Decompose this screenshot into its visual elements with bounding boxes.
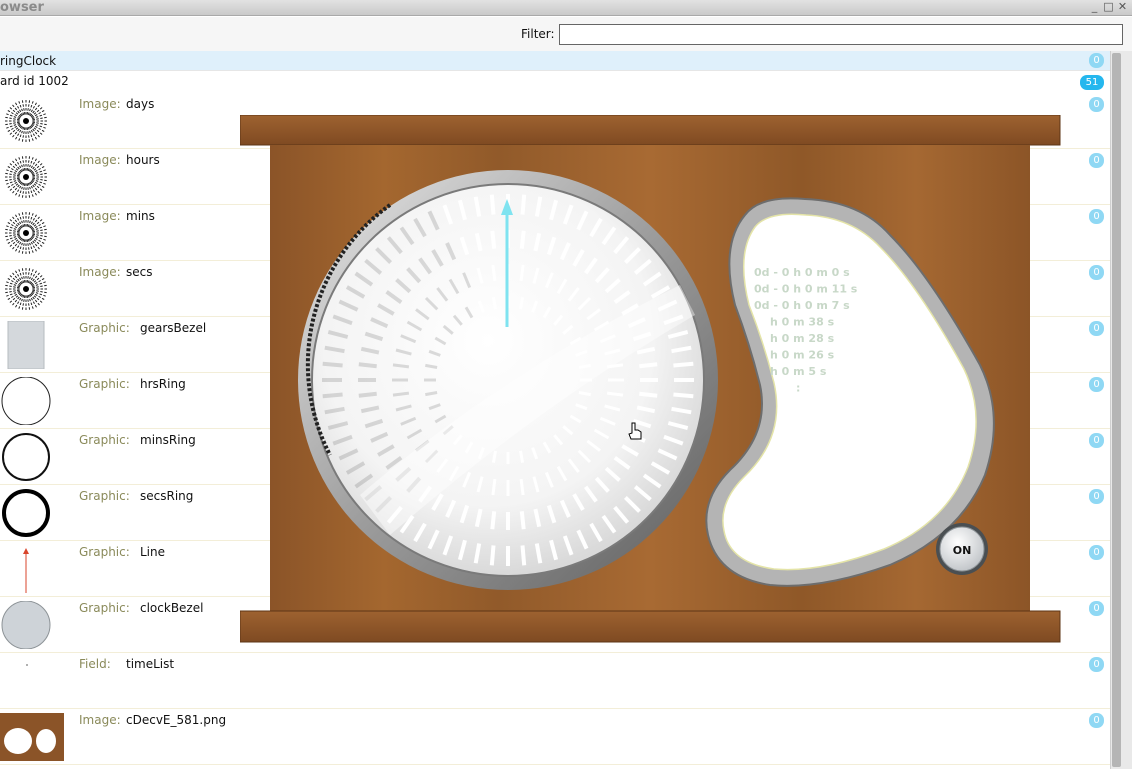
on-button-label: ON: [953, 544, 972, 557]
mid-circle-thumbnail: [0, 433, 52, 481]
control-type-label: Image:: [79, 153, 121, 167]
time-list-entry: :: [796, 382, 800, 395]
window-titlebar: owser _ □ ✕: [0, 0, 1132, 16]
control-count-badge: 0: [1089, 433, 1104, 448]
control-name: secsRing: [140, 489, 194, 503]
ring-dots-thumbnail: [0, 97, 52, 145]
control-name: timeList: [126, 657, 175, 671]
card-row[interactable]: ard id 1002 51: [0, 71, 1110, 93]
minimize-button[interactable]: _: [1089, 1, 1100, 13]
filter-bar: Filter:: [0, 17, 1132, 51]
grey-circle-thumbnail: [0, 600, 52, 650]
window-buttons: _ □ ✕: [1089, 1, 1128, 13]
card-name: ard id 1002: [0, 74, 69, 88]
filter-label: Filter:: [521, 27, 555, 41]
on-button[interactable]: ON: [936, 523, 988, 575]
time-list-entry: h 0 m 5 s: [770, 365, 827, 378]
control-count-badge: 0: [1089, 657, 1104, 672]
time-list-entry: h 0 m 28 s: [770, 332, 835, 345]
maximize-button[interactable]: □: [1103, 1, 1114, 13]
control-type-label: Image:: [79, 209, 121, 223]
control-type-label: Field:: [79, 657, 111, 671]
stack-count-badge: 0: [1089, 53, 1104, 68]
time-list-entry: 0d - 0 h 0 m 7 s: [754, 299, 850, 312]
control-count-badge: 0: [1089, 97, 1104, 112]
control-type-label: Graphic:: [79, 321, 130, 335]
control-count-badge: 0: [1089, 377, 1104, 392]
stack-name: ringClock: [0, 54, 57, 68]
control-count-badge: 0: [1089, 265, 1104, 280]
thin-circle-thumbnail: [0, 376, 52, 426]
list-scrollbar[interactable]: [1110, 51, 1132, 769]
control-name: clockBezel: [140, 601, 204, 615]
filter-input[interactable]: [559, 24, 1123, 45]
control-type-label: Graphic:: [79, 489, 130, 503]
control-name: Line: [140, 545, 166, 559]
control-count-badge: 0: [1089, 545, 1104, 560]
clock-card-preview[interactable]: 0d - 0 h 0 m 0 s 0d - 0 h 0 m 11 s 0d - 0 …: [239, 114, 1061, 643]
time-list-entry: h 0 m 26 s: [770, 349, 835, 362]
red-line-thumbnail: [0, 545, 52, 593]
control-name: hours: [126, 153, 160, 167]
control-name: mins: [126, 209, 155, 223]
control-name: minsRing: [140, 433, 196, 447]
scrollbar-thumb[interactable]: [1112, 53, 1121, 767]
control-count-badge: 0: [1089, 713, 1104, 728]
control-type-label: Graphic:: [79, 545, 130, 559]
control-type-label: Image:: [79, 713, 121, 727]
card-count-badge: 51: [1080, 75, 1104, 90]
clock-card-svg: 0d - 0 h 0 m 0 s 0d - 0 h 0 m 11 s 0d - 0 …: [239, 114, 1061, 643]
control-count-badge: 0: [1089, 489, 1104, 504]
ring-dots-thumbnail: [0, 265, 52, 313]
control-type-label: Image:: [79, 97, 121, 111]
control-count-badge: 0: [1089, 209, 1104, 224]
time-list-entry: h 0 m 38 s: [770, 316, 835, 329]
control-name: hrsRing: [140, 377, 186, 391]
control-name: cDecvE_581.png: [126, 713, 227, 727]
control-row[interactable]: Image: cDecvE_581.png 0: [0, 709, 1110, 765]
grey-rect-thumbnail: [0, 320, 52, 370]
clock-dial: [298, 170, 718, 590]
control-type-label: Graphic:: [79, 377, 130, 391]
time-list-entry: 0d - 0 h 0 m 11 s: [754, 283, 858, 296]
control-row[interactable]: Field: timeList 0: [0, 653, 1110, 709]
control-name: days: [126, 97, 155, 111]
control-type-label: Graphic:: [79, 433, 130, 447]
window-title: owser: [0, 0, 44, 15]
wood-bottom-plank: [239, 610, 1061, 643]
thick-circle-thumbnail: [0, 489, 52, 537]
stack-row[interactable]: ringClock 0: [0, 51, 1110, 71]
control-count-badge: 0: [1089, 321, 1104, 336]
wood-top-plank: [239, 114, 1061, 146]
control-name: gearsBezel: [140, 321, 207, 335]
ring-dots-thumbnail: [0, 153, 52, 201]
control-type-label: Graphic:: [79, 601, 130, 615]
control-type-label: Image:: [79, 265, 121, 279]
close-button[interactable]: ✕: [1117, 1, 1128, 13]
control-name: secs: [126, 265, 153, 279]
ring-dots-thumbnail: [0, 209, 52, 257]
dot-thumbnail: [0, 657, 52, 705]
wood-image-thumbnail: [0, 713, 64, 761]
control-count-badge: 0: [1089, 153, 1104, 168]
time-list-entry: 0d - 0 h 0 m 0 s: [754, 266, 850, 279]
control-count-badge: 0: [1089, 601, 1104, 616]
